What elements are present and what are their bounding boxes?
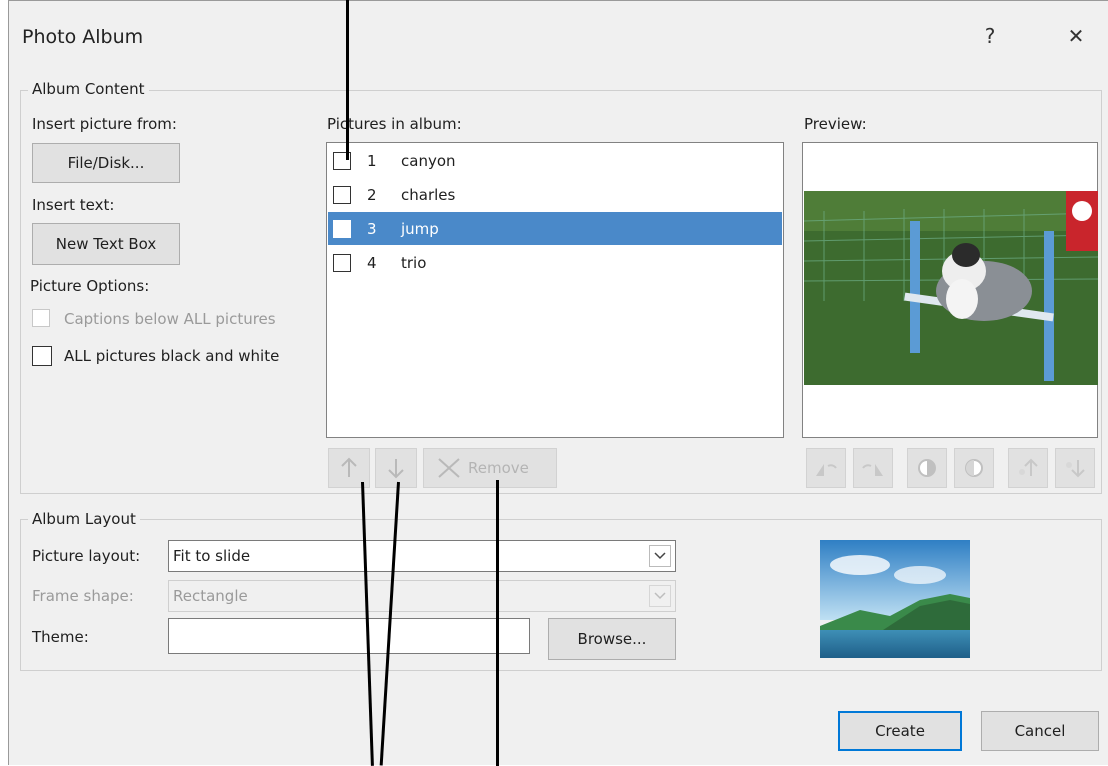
list-item-selected[interactable]: 3 jump [328, 212, 782, 245]
picture-number: 2 [367, 185, 377, 204]
brightness-up-button[interactable] [1008, 448, 1048, 488]
picture-number: 1 [367, 151, 377, 170]
create-button[interactable]: Create [838, 711, 962, 751]
album-content-legend: Album Content [28, 80, 149, 98]
contrast-down-button[interactable] [954, 448, 994, 488]
picture-checkbox[interactable] [333, 219, 351, 238]
rotate-right-icon [862, 464, 883, 476]
remove-label: Remove [468, 459, 529, 477]
picture-checkbox[interactable] [333, 253, 351, 272]
remove-button[interactable]: Remove [423, 448, 557, 488]
picture-layout-label: Picture layout: [32, 547, 141, 565]
list-item[interactable]: 2 charles [328, 178, 782, 211]
x-remove-icon [438, 458, 460, 478]
preview-pane [802, 142, 1098, 438]
callout-line-checkbox [346, 0, 349, 160]
dialog-title: Photo Album [22, 26, 144, 48]
rotate-left-icon [816, 464, 837, 476]
contrast-up-button[interactable] [907, 448, 947, 488]
preview-label: Preview: [804, 115, 867, 133]
rotate-left-button[interactable] [806, 448, 846, 488]
brightness-down-icon [1066, 460, 1085, 478]
arrow-up-icon [341, 457, 357, 477]
contrast-icon [918, 459, 936, 477]
picture-name: trio [401, 253, 427, 272]
frame-shape-label: Frame shape: [32, 587, 134, 605]
picture-layout-select[interactable]: Fit to slide [168, 540, 676, 572]
chevron-down-icon [649, 545, 671, 567]
picture-number: 4 [367, 253, 377, 272]
picture-options-label: Picture Options: [30, 277, 150, 295]
picture-number: 3 [367, 219, 377, 238]
black-white-checkbox[interactable] [32, 346, 52, 366]
list-item[interactable]: 1 canyon [328, 144, 782, 177]
brightness-up-icon [1019, 458, 1038, 476]
contrast-down-icon [965, 459, 983, 477]
rotate-right-button[interactable] [853, 448, 893, 488]
insert-picture-from-label: Insert picture from: [32, 115, 177, 133]
black-white-label: ALL pictures black and white [64, 347, 280, 365]
file-disk-button[interactable]: File/Disk... [32, 143, 180, 183]
pictures-list[interactable]: 1 canyon 2 charles 3 jump 4 trio [326, 142, 784, 438]
new-text-box-button[interactable]: New Text Box [32, 223, 180, 265]
close-icon[interactable]: ✕ [1056, 18, 1096, 54]
picture-name: canyon [401, 151, 456, 170]
chevron-down-icon [649, 585, 671, 607]
layout-preview-image [820, 540, 970, 658]
captions-checkbox [32, 309, 50, 327]
arrow-down-icon [388, 459, 404, 479]
callout-line-remove [496, 480, 499, 766]
theme-label: Theme: [32, 628, 89, 646]
captions-label: Captions below ALL pictures [64, 310, 276, 328]
insert-text-label: Insert text: [32, 196, 115, 214]
frame-shape-value: Rectangle [173, 587, 248, 605]
picture-name: charles [401, 185, 456, 204]
theme-input[interactable] [168, 618, 530, 654]
frame-shape-select: Rectangle [168, 580, 676, 612]
list-item[interactable]: 4 trio [328, 246, 782, 279]
help-button[interactable]: ? [970, 18, 1010, 54]
album-layout-legend: Album Layout [28, 510, 140, 528]
brightness-down-button[interactable] [1055, 448, 1095, 488]
browse-button[interactable]: Browse... [548, 618, 676, 660]
picture-name: jump [401, 219, 439, 238]
preview-image [804, 191, 1098, 385]
picture-checkbox[interactable] [333, 185, 351, 204]
picture-layout-value: Fit to slide [173, 547, 251, 565]
cancel-button[interactable]: Cancel [981, 711, 1099, 751]
